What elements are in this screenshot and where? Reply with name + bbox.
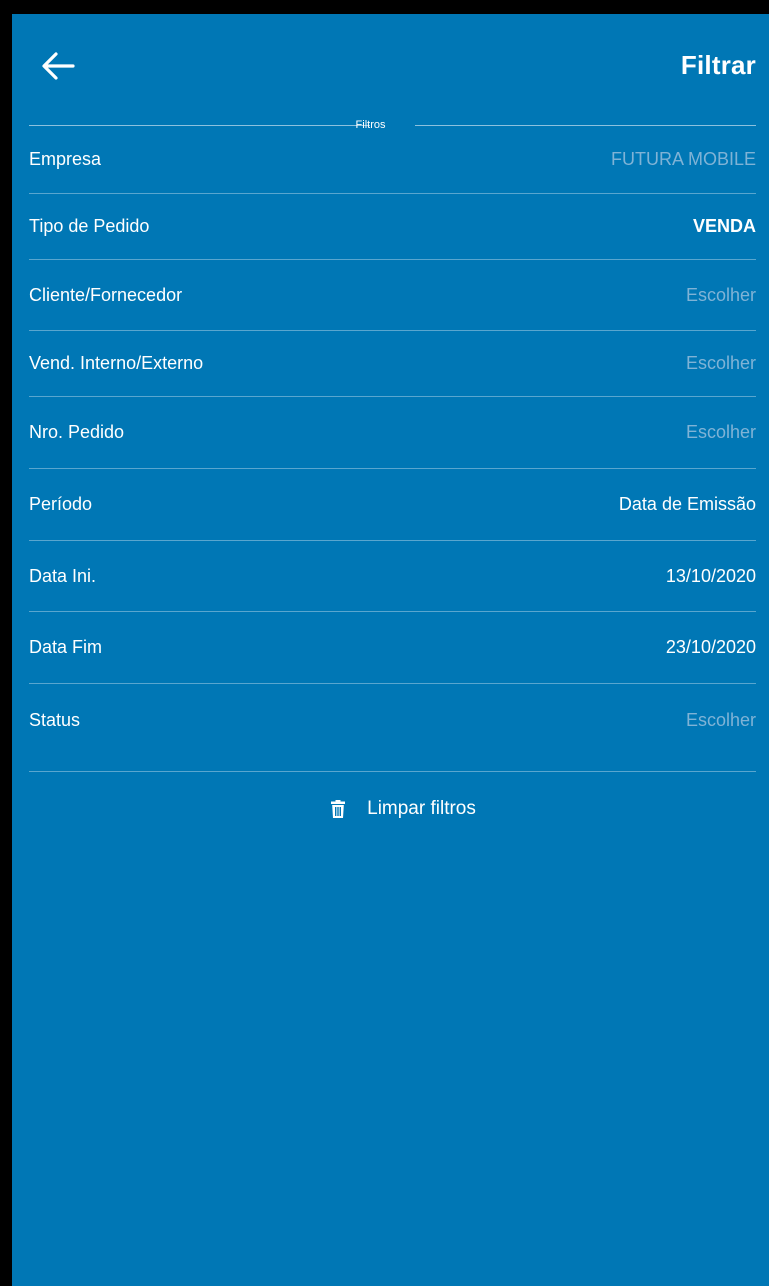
filter-label: Empresa bbox=[29, 149, 102, 169]
filter-row-status[interactable]: Status Escolher bbox=[29, 684, 756, 772]
filter-row-periodo[interactable]: Período Data de Emissão bbox=[29, 469, 756, 541]
filter-row-tipo-pedido[interactable]: Tipo de Pedido VENDA bbox=[29, 194, 756, 260]
filter-value: Escolher bbox=[685, 284, 756, 305]
filter-label: Vend. Interno/Externo bbox=[29, 353, 204, 373]
clear-filters-button[interactable]: Limpar filtros bbox=[12, 798, 769, 820]
filter-apply-button[interactable]: Filtrar bbox=[681, 50, 756, 81]
back-button[interactable] bbox=[38, 46, 78, 86]
filter-row-cliente-fornecedor[interactable]: Cliente/Fornecedor Escolher bbox=[29, 260, 756, 331]
clear-filters-content: Limpar filtros bbox=[331, 798, 476, 820]
filter-value: Escolher bbox=[685, 422, 756, 442]
filter-label: Tipo de Pedido bbox=[29, 216, 150, 236]
filter-list: Empresa FUTURA MOBILE Tipo de Pedido VEN… bbox=[29, 126, 756, 772]
filter-label: Nro. Pedido bbox=[29, 422, 125, 442]
filter-row-nro-pedido[interactable]: Nro. Pedido Escolher bbox=[29, 397, 756, 469]
arrow-left-icon bbox=[42, 52, 75, 80]
clear-filters-label: Limpar filtros bbox=[367, 798, 476, 819]
filter-value: Escolher bbox=[685, 353, 756, 373]
filter-row-empresa[interactable]: Empresa FUTURA MOBILE bbox=[29, 126, 756, 194]
filter-label: Período bbox=[29, 494, 93, 514]
filter-label: Status bbox=[29, 710, 81, 730]
filter-value: 13/10/2020 bbox=[665, 565, 756, 586]
filter-label: Cliente/Fornecedor bbox=[29, 284, 183, 305]
filter-row-vendedor[interactable]: Vend. Interno/Externo Escolher bbox=[29, 331, 756, 397]
filter-value: Data de Emissão bbox=[618, 494, 756, 514]
filter-label: Data Ini. bbox=[29, 565, 97, 586]
filter-row-data-ini[interactable]: Data Ini. 13/10/2020 bbox=[29, 541, 756, 612]
filter-row-data-fim[interactable]: Data Fim 23/10/2020 bbox=[29, 612, 756, 684]
filter-value: 23/10/2020 bbox=[665, 637, 756, 657]
top-bar: Filtrar bbox=[12, 14, 769, 110]
filter-value: FUTURA MOBILE bbox=[610, 149, 756, 169]
filter-screen: Filtrar Filtros Empresa FUTURA MOBILE Ti… bbox=[12, 14, 769, 1286]
filter-value: VENDA bbox=[692, 216, 756, 236]
trash-icon bbox=[331, 800, 346, 818]
filter-label: Data Fim bbox=[29, 637, 103, 657]
filter-value: Escolher bbox=[685, 710, 756, 730]
